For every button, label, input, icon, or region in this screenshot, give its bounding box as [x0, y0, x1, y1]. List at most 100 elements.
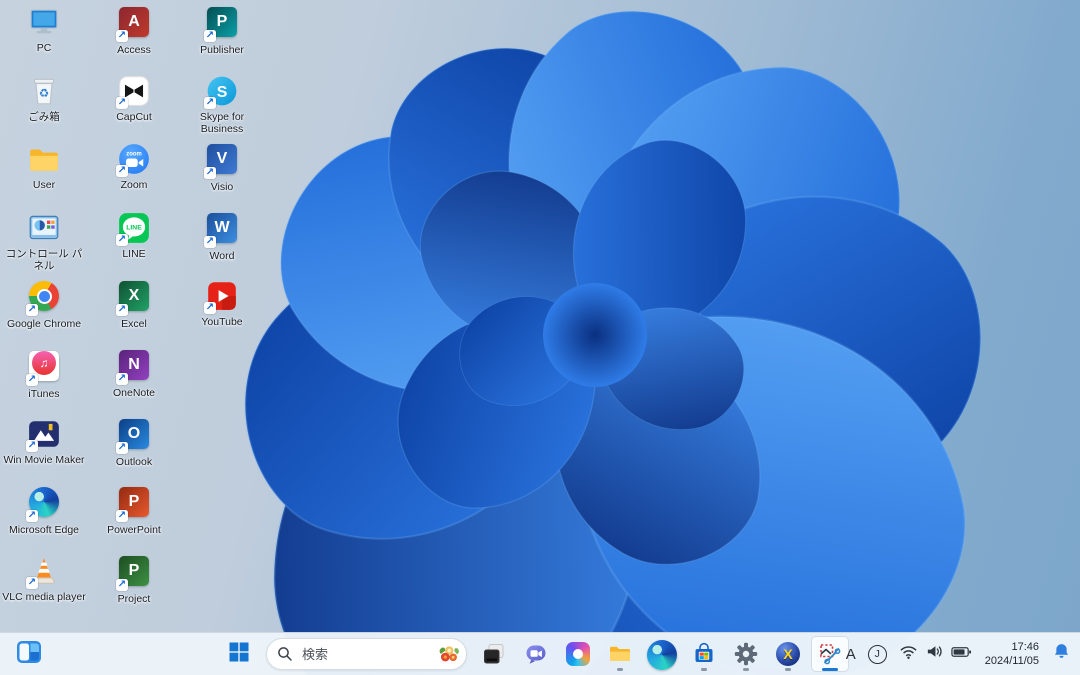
ime-mode-label: A: [845, 645, 856, 663]
desktop-icon-line[interactable]: LINE ↗ LINE: [91, 211, 177, 260]
svg-text:zoom: zoom: [126, 151, 142, 157]
desktop-icon-label: Win Movie Maker: [3, 453, 85, 466]
desktop-icon-label: Skype for Business: [199, 110, 245, 135]
desktop-icon-word[interactable]: W ↗ Word: [179, 211, 265, 262]
desktop-icon-chrome[interactable]: ↗ Google Chrome: [1, 279, 87, 330]
publisher-icon: P ↗: [204, 7, 239, 42]
tray-app-j-button[interactable]: J: [863, 637, 892, 671]
shortcut-arrow-icon: ↗: [26, 510, 38, 523]
microsoft-edge-icon: [647, 638, 677, 670]
teams-chat-icon: [524, 642, 548, 666]
desktop-icon-powerpoint[interactable]: P ↗ PowerPoint: [91, 485, 177, 536]
running-indicator: [701, 667, 707, 671]
desktop-icon-project[interactable]: P ↗ Project: [91, 554, 177, 605]
shortcut-arrow-icon: ↗: [116, 165, 128, 178]
movie-maker-icon: ↗: [26, 417, 61, 452]
onenote-icon: N ↗: [116, 350, 151, 385]
desktop-icon-youtube[interactable]: ↗ YouTube: [179, 279, 265, 328]
shortcut-arrow-icon: ↗: [26, 576, 38, 589]
search-box[interactable]: [266, 638, 467, 670]
desktop-icon-outlook[interactable]: O ↗ Outlook: [91, 417, 177, 468]
shortcut-arrow-icon: ↗: [204, 96, 216, 109]
taskbar-app-file-explorer[interactable]: [601, 636, 639, 672]
control-panel-icon: [27, 211, 61, 245]
desktop-icon-label: iTunes: [28, 388, 60, 400]
split-panels-icon: [16, 639, 42, 670]
zoom-icon: zoom ↗: [116, 142, 151, 178]
taskbar: X A J: [0, 632, 1080, 675]
desktop-icon-skype[interactable]: S ↗ Skype for Business: [179, 74, 265, 135]
shortcut-arrow-icon: ↗: [204, 167, 216, 180]
desktop-icon-label: Microsoft Edge: [8, 524, 80, 537]
desktop-icon-zoom[interactable]: zoom ↗ Zoom: [91, 142, 177, 191]
shortcut-arrow-icon: ↗: [116, 233, 128, 246]
desktop-icon-label: LINE: [122, 247, 146, 260]
notification-bell-button[interactable]: [1047, 637, 1076, 671]
shortcut-arrow-icon: ↗: [204, 30, 216, 42]
desktop-icon-itunes[interactable]: ♫ ↗ iTunes: [1, 348, 87, 400]
desktop: PC ♻ ごみ箱 User コントロール パネル ↗ Google Chrome ♫ ↗ iTun…: [0, 0, 1080, 675]
taskbar-app-microsoft-edge[interactable]: [643, 636, 681, 672]
running-indicator: [743, 667, 749, 671]
desktop-icon-visio[interactable]: V ↗ Visio: [179, 142, 265, 193]
desktop-icon-movie-maker[interactable]: ↗ Win Movie Maker: [1, 417, 87, 466]
start-button[interactable]: [220, 636, 258, 672]
desktop-icon-label: VLC media player: [2, 590, 86, 603]
search-input[interactable]: [300, 645, 437, 663]
desktop-icon-label: Google Chrome: [6, 318, 82, 331]
recycle-bin-icon: ♻: [27, 74, 61, 108]
ime-mode-button[interactable]: A: [841, 637, 861, 671]
desktop-icon-onenote[interactable]: N ↗ OneNote: [91, 348, 177, 399]
taskbar-app-x-app[interactable]: X: [769, 636, 807, 672]
bell-icon: [1052, 642, 1071, 666]
desktop-icon-excel[interactable]: X ↗ Excel: [91, 279, 177, 330]
desktop-icon-label: PowerPoint: [107, 524, 161, 537]
file-explorer-icon: [608, 642, 632, 666]
word-icon: W ↗: [204, 212, 239, 248]
excel-icon: X ↗: [116, 281, 151, 317]
project-icon: P ↗: [116, 555, 151, 591]
desktop-icon-access[interactable]: A ↗ Access: [91, 5, 177, 56]
desktop-icon-control-panel[interactable]: コントロール パネル: [1, 211, 87, 272]
shortcut-arrow-icon: ↗: [26, 374, 38, 386]
taskbar-app-task-view[interactable]: [475, 636, 513, 672]
taskbar-app-settings[interactable]: [727, 636, 765, 672]
running-indicator: [617, 667, 623, 671]
desktop-icon-label: ごみ箱: [28, 110, 60, 123]
desktop-icon-vlc[interactable]: ↗ VLC media player: [1, 554, 87, 603]
desktop-icon-label: OneNote: [112, 387, 156, 399]
volume-icon: [925, 642, 944, 666]
network-volume-battery-button[interactable]: [894, 637, 977, 671]
desktop-icon-edge[interactable]: ↗ Microsoft Edge: [1, 485, 87, 536]
taskbar-app-microsoft-store[interactable]: [685, 636, 723, 672]
desktop-icon-label: コントロール パネル: [5, 247, 83, 272]
outlook-icon: O ↗: [116, 418, 151, 454]
search-icon: [277, 646, 293, 662]
taskbar-app-teams-chat[interactable]: [517, 636, 555, 672]
folder-icon: [27, 142, 61, 176]
clock-button[interactable]: 17:46 2024/11/05: [979, 637, 1045, 671]
desktop-icon-label: Project: [117, 592, 151, 605]
desktop-icon-folder[interactable]: User: [1, 142, 87, 191]
seasonal-flowers-icon[interactable]: [437, 642, 461, 666]
desktop-icon-pc[interactable]: PC: [1, 5, 87, 54]
vlc-icon: ↗: [26, 554, 61, 589]
widgets-button[interactable]: [10, 636, 48, 672]
svg-text:♻: ♻: [39, 86, 49, 99]
desktop-icon-recycle-bin[interactable]: ♻ ごみ箱: [1, 74, 87, 123]
wifi-icon: [899, 642, 918, 666]
shortcut-arrow-icon: ↗: [116, 30, 128, 42]
capcut-icon: ↗: [116, 74, 151, 109]
desktop-icon-publisher[interactable]: P ↗ Publisher: [179, 5, 265, 56]
taskbar-app-copilot[interactable]: [559, 636, 597, 672]
desktop-icon-capcut[interactable]: ↗ CapCut: [91, 74, 177, 123]
shortcut-arrow-icon: ↗: [116, 96, 128, 109]
battery-icon: [951, 645, 972, 664]
desktop-icon-label: Outlook: [115, 455, 153, 468]
microsoft-store-icon: [692, 642, 716, 666]
pc-icon: [27, 5, 61, 39]
tray-chevron-button[interactable]: [813, 637, 839, 671]
task-view-icon: [482, 642, 506, 666]
running-indicator: [785, 667, 791, 671]
desktop-icon-label: Excel: [121, 318, 147, 331]
